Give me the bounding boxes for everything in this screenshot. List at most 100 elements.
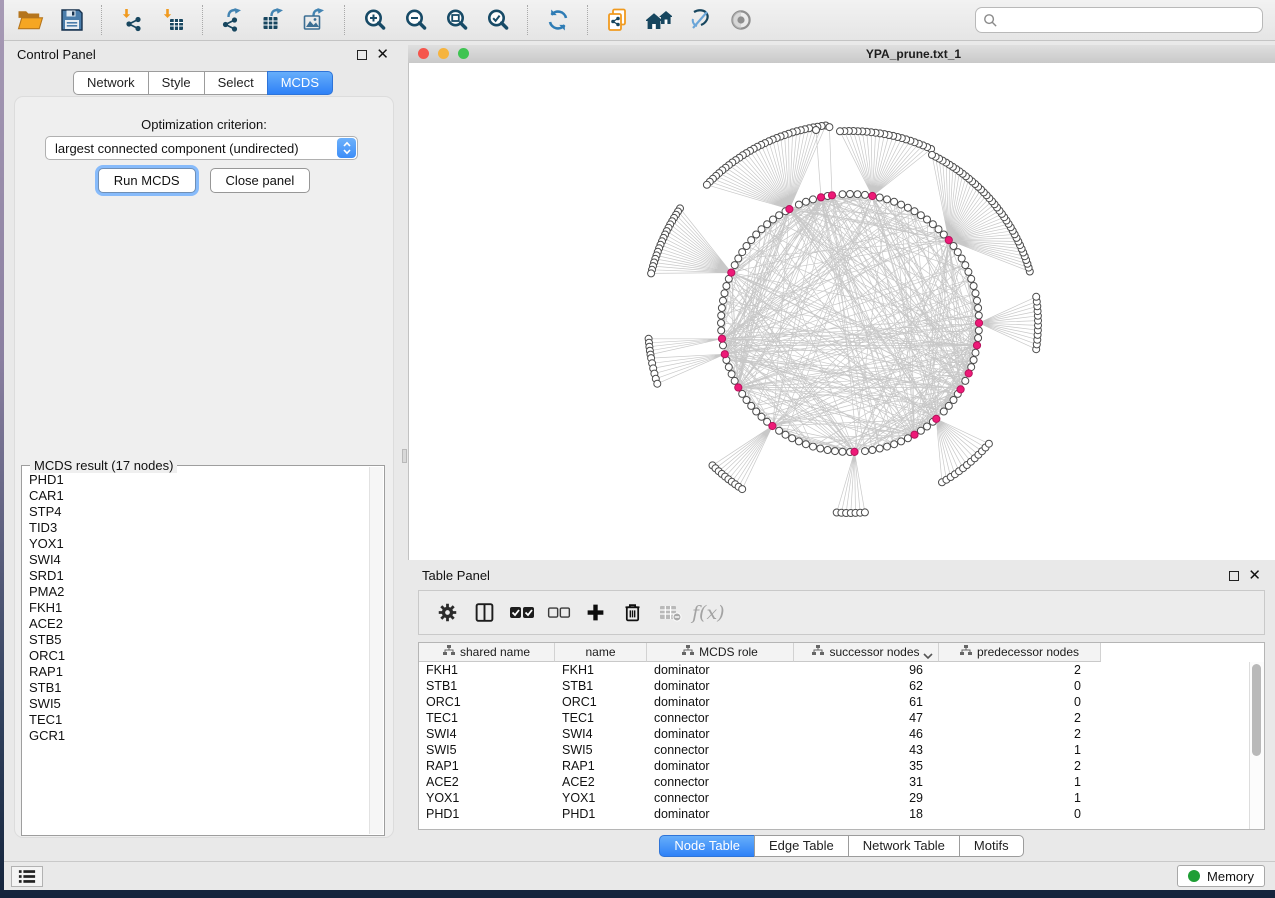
- column-label: MCDS role: [699, 645, 758, 659]
- status-bar: Memory: [4, 861, 1275, 890]
- tab-select[interactable]: Select: [204, 71, 267, 95]
- table-scrollbar[interactable]: [1249, 662, 1264, 829]
- zoom-in-icon[interactable]: [354, 2, 395, 38]
- open-icon[interactable]: [10, 2, 51, 38]
- splitter-grip[interactable]: [402, 449, 407, 463]
- share-document-icon[interactable]: [597, 2, 638, 38]
- network-title: YPA_prune.txt_1: [480, 47, 1275, 61]
- zoom-out-icon[interactable]: [395, 2, 436, 38]
- list-item[interactable]: STP4: [29, 504, 369, 520]
- list-item[interactable]: ACE2: [29, 616, 369, 632]
- table-row[interactable]: STB1STB1dominator620: [419, 678, 1250, 694]
- cell-successor-nodes: 43: [794, 743, 939, 757]
- list-item[interactable]: SWI4: [29, 552, 369, 568]
- search-input[interactable]: [1003, 12, 1255, 29]
- search-box[interactable]: [975, 7, 1263, 33]
- save-icon[interactable]: [51, 2, 92, 38]
- table-row[interactable]: SWI4SWI4dominator462: [419, 726, 1250, 742]
- column-header-successor-nodes[interactable]: successor nodes: [794, 643, 939, 662]
- table-row[interactable]: ACE2ACE2connector311: [419, 774, 1250, 790]
- toolbar-separator: [527, 5, 528, 35]
- table-row[interactable]: YOX1YOX1connector291: [419, 790, 1250, 806]
- close-panel-icon[interactable]: ✕: [376, 49, 389, 61]
- list-item[interactable]: FKH1: [29, 600, 369, 616]
- close-window-icon[interactable]: [418, 48, 429, 59]
- tab-network-table[interactable]: Network Table: [848, 835, 959, 857]
- table-row[interactable]: RAP1RAP1dominator352: [419, 758, 1250, 774]
- list-item[interactable]: STB1: [29, 680, 369, 696]
- zoom-fit-icon[interactable]: [436, 2, 477, 38]
- list-item[interactable]: RAP1: [29, 664, 369, 680]
- tab-node-table[interactable]: Node Table: [659, 835, 754, 857]
- zoom-selected-icon[interactable]: [477, 2, 518, 38]
- import-table-disabled-icon[interactable]: [651, 594, 688, 632]
- tab-motifs[interactable]: Motifs: [959, 835, 1024, 857]
- list-item[interactable]: ORC1: [29, 648, 369, 664]
- list-item[interactable]: GCR1: [29, 728, 369, 744]
- list-item[interactable]: STB5: [29, 632, 369, 648]
- import-table-icon[interactable]: [152, 2, 193, 38]
- cell-predecessor-nodes: 0: [939, 679, 1101, 693]
- cell-name: ACE2: [555, 775, 647, 789]
- table-row[interactable]: ORC1ORC1dominator610: [419, 694, 1250, 710]
- birdseye-view-icon[interactable]: [720, 2, 761, 38]
- export-image-icon[interactable]: [294, 2, 335, 38]
- column-header-shared-name[interactable]: shared name: [419, 643, 555, 662]
- deselect-all-icon[interactable]: [540, 594, 577, 632]
- float-panel-icon[interactable]: [357, 50, 367, 60]
- function-builder-icon[interactable]: f(x): [688, 602, 725, 624]
- list-item[interactable]: PMA2: [29, 584, 369, 600]
- list-item[interactable]: PHD1: [29, 472, 369, 488]
- cell-mcds-role: connector: [647, 775, 794, 789]
- add-icon[interactable]: [577, 594, 614, 632]
- network-canvas[interactable]: [408, 63, 1275, 560]
- run-mcds-button[interactable]: Run MCDS: [98, 168, 196, 193]
- network-overview-icon[interactable]: [638, 2, 679, 38]
- table-row[interactable]: SWI5SWI5connector431: [419, 742, 1250, 758]
- memory-button[interactable]: Memory: [1177, 865, 1265, 887]
- optimization-select[interactable]: largest connected component (undirected): [45, 136, 358, 160]
- table-row[interactable]: FKH1FKH1dominator962: [419, 662, 1250, 678]
- tab-mcds[interactable]: MCDS: [267, 71, 333, 95]
- column-header-predecessor-nodes[interactable]: predecessor nodes: [939, 643, 1101, 662]
- close-table-panel-icon[interactable]: ✕: [1248, 570, 1261, 582]
- delete-icon[interactable]: [614, 594, 651, 632]
- cell-predecessor-nodes: 1: [939, 791, 1101, 805]
- task-history-button[interactable]: [11, 866, 43, 887]
- gear-icon[interactable]: [429, 594, 466, 632]
- table-row[interactable]: TEC1TEC1connector472: [419, 710, 1250, 726]
- export-network-icon[interactable]: [212, 2, 253, 38]
- import-network-icon[interactable]: [111, 2, 152, 38]
- column-type-icon: [960, 645, 972, 659]
- cell-mcds-role: dominator: [647, 727, 794, 741]
- close-panel-button[interactable]: Close panel: [210, 168, 311, 193]
- minimize-window-icon[interactable]: [438, 48, 449, 59]
- list-item[interactable]: SRD1: [29, 568, 369, 584]
- column-header-name[interactable]: name: [555, 643, 647, 662]
- columns-icon[interactable]: [466, 594, 503, 632]
- list-item[interactable]: SWI5: [29, 696, 369, 712]
- refresh-icon[interactable]: [537, 2, 578, 38]
- cell-shared-name: SWI4: [419, 727, 555, 741]
- graph-nodes[interactable]: [645, 122, 1041, 517]
- list-item[interactable]: CAR1: [29, 488, 369, 504]
- list-item[interactable]: TID3: [29, 520, 369, 536]
- cell-shared-name: FKH1: [419, 663, 555, 677]
- maximize-window-icon[interactable]: [458, 48, 469, 59]
- table-row[interactable]: PHD1PHD1dominator180: [419, 806, 1250, 822]
- select-all-icon[interactable]: [503, 594, 540, 632]
- float-table-panel-icon[interactable]: [1229, 571, 1239, 581]
- tab-network[interactable]: Network: [73, 71, 148, 95]
- list-item[interactable]: TEC1: [29, 712, 369, 728]
- table-scrollbar-thumb[interactable]: [1252, 664, 1261, 756]
- tab-style[interactable]: Style: [148, 71, 204, 95]
- column-header-mcds-role[interactable]: MCDS role: [647, 643, 794, 662]
- tab-edge-table[interactable]: Edge Table: [754, 835, 848, 857]
- memory-status-icon: [1188, 870, 1200, 882]
- network-graph[interactable]: [409, 63, 1275, 560]
- export-table-icon[interactable]: [253, 2, 294, 38]
- list-item[interactable]: YOX1: [29, 536, 369, 552]
- list-icon: [18, 869, 36, 884]
- graphics-details-icon[interactable]: [679, 2, 720, 38]
- mcds-list-scrollbar[interactable]: [369, 467, 383, 834]
